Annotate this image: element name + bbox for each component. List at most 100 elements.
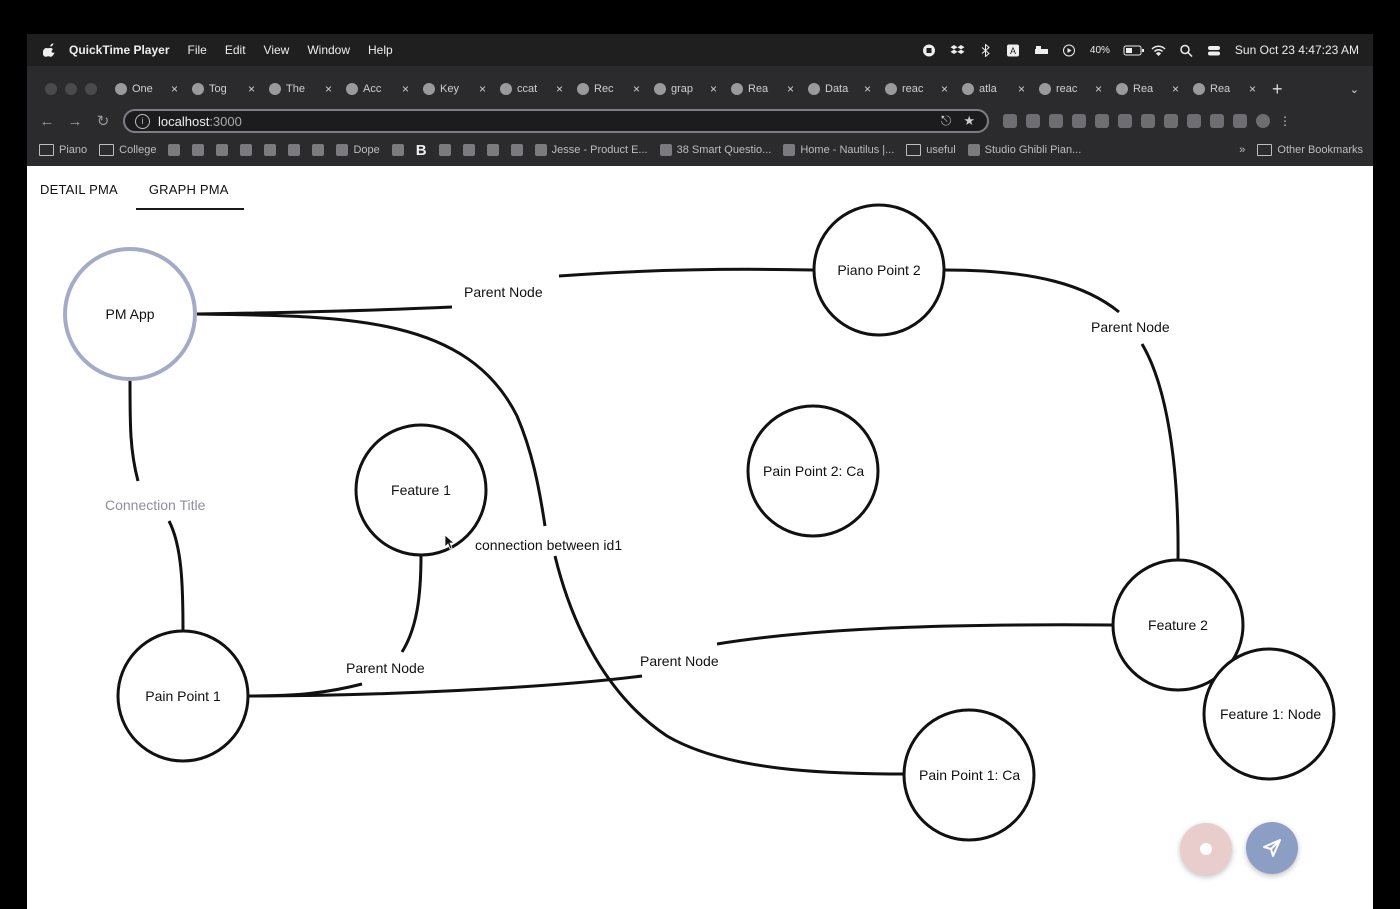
forward-arrow-icon[interactable]: → <box>61 113 89 130</box>
edge-pm-to-piano-part2[interactable] <box>558 267 814 278</box>
notion-extension-icon[interactable] <box>1049 114 1063 128</box>
tab-search-chevron-icon[interactable]: ⌄ <box>1350 83 1359 96</box>
node-pm-app[interactable]: PM App <box>63 247 197 381</box>
node-pain-point-1-c[interactable]: Pain Point 1: Ca <box>902 708 1036 842</box>
edge-label-painpoint1-to-feature2[interactable]: Parent Node <box>640 653 719 669</box>
browser-tab[interactable]: Rea × <box>731 76 794 102</box>
close-tab-icon[interactable]: × <box>248 82 255 96</box>
keyboard-input-icon[interactable]: A <box>1006 44 1021 57</box>
record-fab-button[interactable] <box>1180 823 1232 875</box>
bookmark-item[interactable] <box>510 144 523 156</box>
battery-icon[interactable] <box>1123 44 1144 57</box>
edge-label-piano-to-feature2[interactable]: Parent Node <box>1091 319 1170 335</box>
menu-edit[interactable]: Edit <box>225 43 246 57</box>
browser-tab[interactable]: Rec × <box>577 76 640 102</box>
puzzle-extensions-icon[interactable] <box>1187 114 1201 128</box>
edge-label-pm-to-pp1c[interactable]: connection between id1 <box>475 537 622 553</box>
bookmark-item[interactable] <box>288 144 301 156</box>
bookmark-item[interactable] <box>192 144 205 156</box>
close-tab-icon[interactable]: × <box>1249 82 1256 96</box>
browser-tab[interactable]: Data × <box>808 76 871 102</box>
node-piano-point-2[interactable]: Piano Point 2 <box>812 203 946 337</box>
side-panel-icon[interactable] <box>1233 114 1247 128</box>
close-tab-icon[interactable]: × <box>787 82 794 96</box>
other-bookmarks-folder[interactable]: Other Bookmarks <box>1257 144 1363 156</box>
dropbox-icon[interactable] <box>950 44 965 57</box>
ublock-extension-icon[interactable] <box>1141 114 1155 128</box>
node-pain-point-1[interactable]: Pain Point 1 <box>116 629 250 763</box>
close-tab-icon[interactable]: × <box>556 82 563 96</box>
site-info-icon[interactable]: i <box>135 113 150 129</box>
node-feature-1-node[interactable]: Feature 1: Node <box>1202 647 1336 781</box>
edge-piano-to-feature2-part2[interactable] <box>1140 343 1180 561</box>
edge-pm-to-painpoint1-part2[interactable] <box>167 520 185 633</box>
close-tab-icon[interactable]: × <box>710 82 717 96</box>
new-badge-extension-icon[interactable] <box>1072 114 1086 128</box>
close-tab-icon[interactable]: × <box>402 82 409 96</box>
browser-tab[interactable]: reac × <box>1039 76 1102 102</box>
browser-tab[interactable]: ccat × <box>500 76 563 102</box>
menu-window[interactable]: Window <box>307 43 350 57</box>
browser-tab[interactable]: The × <box>269 76 332 102</box>
close-tab-icon[interactable]: × <box>1018 82 1025 96</box>
more-bookmarks-chevron[interactable]: » <box>1239 144 1245 156</box>
close-window-button[interactable] <box>45 83 57 95</box>
menubar-clock[interactable]: Sun Oct 23 4:47:23 AM <box>1235 43 1359 57</box>
bookmark-item[interactable] <box>391 144 404 156</box>
edge-label-pm-to-piano[interactable]: Parent Node <box>464 284 543 300</box>
diamond-extension-icon[interactable] <box>1003 114 1017 128</box>
bookmark-item[interactable]: College <box>99 144 156 156</box>
cookie-extension-icon[interactable] <box>1095 114 1109 128</box>
graph-canvas[interactable]: Parent Node Parent Node Connection Title… <box>27 166 1373 909</box>
bookmark-item[interactable] <box>438 144 451 156</box>
bookmark-star-icon[interactable]: ★ <box>963 113 975 129</box>
close-tab-icon[interactable]: × <box>941 82 948 96</box>
edge-label-pm-to-painpoint1[interactable]: Connection Title <box>105 497 206 513</box>
menu-view[interactable]: View <box>264 43 290 57</box>
bookmark-item[interactable]: useful <box>906 144 956 156</box>
browser-tab[interactable]: Rea × <box>1116 76 1179 102</box>
close-tab-icon[interactable]: × <box>864 82 871 96</box>
edge-painpoint1-to-feature2-part2[interactable] <box>716 623 1114 646</box>
bookmark-item[interactable] <box>168 144 181 156</box>
bookmark-item[interactable]: Home - Nautilus |... <box>783 144 894 156</box>
browser-tab[interactable]: reac × <box>885 76 948 102</box>
bookmark-item[interactable]: B <box>416 142 427 159</box>
reading-list-icon[interactable] <box>1210 114 1224 128</box>
stop-recording-icon[interactable] <box>922 44 937 57</box>
bookmark-item[interactable]: Piano <box>39 144 87 156</box>
node-feature-1[interactable]: Feature 1 <box>354 423 488 557</box>
bookmark-item[interactable]: Jesse - Product E... <box>534 144 648 156</box>
back-arrow-icon[interactable]: ← <box>33 113 61 130</box>
browser-tab[interactable]: grap × <box>654 76 717 102</box>
bed-icon[interactable] <box>1034 44 1049 57</box>
close-tab-icon[interactable]: × <box>171 82 178 96</box>
edge-label-feature1-to-painpoint1[interactable]: Parent Node <box>346 660 425 676</box>
more-menu-icon[interactable]: ⋮ <box>1279 114 1293 128</box>
tab-graph-pma[interactable]: GRAPH PMA <box>135 166 244 210</box>
close-tab-icon[interactable]: × <box>1172 82 1179 96</box>
browser-tab[interactable]: Key × <box>423 76 486 102</box>
minimize-window-button[interactable] <box>65 83 77 95</box>
adblock-plus-extension-icon[interactable] <box>1164 114 1178 128</box>
bookmark-item[interactable] <box>486 144 499 156</box>
browser-tab[interactable]: Acc × <box>346 76 409 102</box>
address-bar[interactable]: i localhost:3000 ⎋ ★ <box>123 109 989 133</box>
bookmark-item[interactable]: 38 Smart Questio... <box>659 144 771 156</box>
edge-feature1-to-painpoint1-part1[interactable] <box>400 554 423 653</box>
send-fab-button[interactable] <box>1246 822 1298 874</box>
wifi-icon[interactable] <box>1151 44 1166 57</box>
close-tab-icon[interactable]: × <box>479 82 486 96</box>
edge-pm-to-piano-part1[interactable] <box>196 305 453 316</box>
bookmark-item[interactable] <box>264 144 277 156</box>
browser-tab[interactable]: One × <box>115 76 178 102</box>
close-tab-icon[interactable]: × <box>325 82 332 96</box>
browser-tab[interactable]: Tog × <box>192 76 255 102</box>
bookmark-item[interactable] <box>312 144 325 156</box>
spotlight-search-icon[interactable] <box>1179 44 1194 57</box>
translate-extension-icon[interactable] <box>1118 114 1132 128</box>
bookmark-item[interactable]: Studio Ghibli Pian... <box>967 144 1081 156</box>
tab-detail-pma[interactable]: DETAIL PMA <box>27 166 131 210</box>
bookmark-item[interactable] <box>216 144 229 156</box>
new-tab-button[interactable]: + <box>1272 79 1283 100</box>
